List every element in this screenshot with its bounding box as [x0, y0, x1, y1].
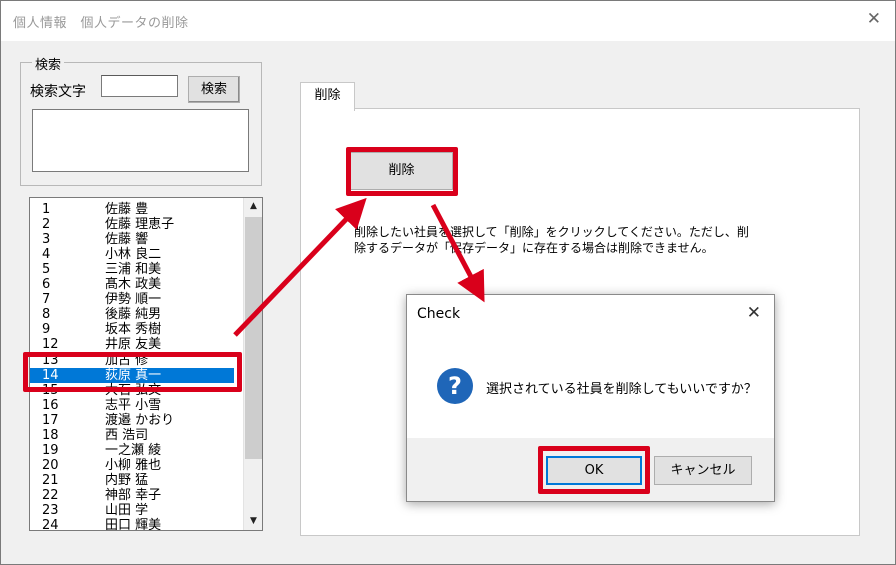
employee-number: 2: [42, 217, 51, 233]
employee-name: 荻原 真一: [105, 367, 162, 383]
list-item[interactable]: 12 井原 友美: [30, 337, 234, 352]
scroll-thumb[interactable]: [245, 217, 262, 459]
employee-list[interactable]: 1 佐藤 豊 2 佐藤 理恵子 3 佐藤 響 4 小林 良二 5 三浦 和美 6 髙木 政美 7 伊勢 順…: [29, 197, 263, 531]
delete-button[interactable]: 削除: [350, 152, 453, 190]
employee-name: 坂本 秀樹: [105, 322, 162, 338]
title-bar: 個人情報 個人データの削除 ✕: [1, 1, 895, 41]
employee-number: 16: [42, 397, 59, 413]
confirm-dialog: Check ✕ ? 選択されている社員を削除してもいいですか？ OK キャンセル: [406, 294, 775, 502]
list-item[interactable]: 5 三浦 和美: [30, 262, 234, 277]
employee-name: 西 浩司: [105, 427, 149, 443]
dialog-close-icon[interactable]: ✕: [747, 303, 761, 323]
employee-number: 5: [42, 262, 51, 278]
delete-instructions: 削除したい社員を選択して「削除」をクリックしてください。ただし、削 除するデータ…: [354, 224, 754, 256]
employee-number: 12: [42, 337, 59, 353]
employee-number: 19: [42, 442, 59, 458]
list-item[interactable]: 6 髙木 政美: [30, 277, 234, 292]
search-results-box[interactable]: [32, 109, 249, 172]
list-item[interactable]: 8 後藤 純男: [30, 307, 234, 322]
dialog-body: Check ✕ ? 選択されている社員を削除してもいいですか？: [407, 295, 774, 438]
list-item[interactable]: 1 佐藤 豊: [30, 202, 234, 217]
search-button[interactable]: 検索: [188, 76, 240, 103]
instructions-line-1: 削除したい社員を選択して「削除」をクリックしてください。ただし、削: [354, 225, 749, 239]
list-item[interactable]: 17 渡邉 かおり: [30, 413, 234, 428]
employee-name: 神部 幸子: [105, 487, 162, 503]
scroll-up-icon[interactable]: ▲: [245, 198, 262, 215]
window-close-icon[interactable]: ✕: [867, 9, 881, 29]
list-item[interactable]: 3 佐藤 響: [30, 232, 234, 247]
question-icon: ?: [437, 368, 473, 404]
dialog-message: 選択されている社員を削除してもいいですか？: [486, 382, 757, 397]
employee-name: 山田 学: [105, 503, 149, 518]
employee-number: 14: [42, 367, 59, 383]
employee-number: 1: [42, 202, 51, 217]
employee-number: 18: [42, 427, 59, 443]
employee-number: 22: [42, 487, 59, 503]
employee-number: 3: [42, 232, 51, 248]
employee-name: 加古 修: [105, 352, 149, 368]
list-item[interactable]: 16 志平 小雪: [30, 398, 234, 413]
employee-name: 小柳 雅也: [105, 457, 162, 473]
employee-name: 伊勢 順一: [105, 292, 162, 308]
employee-number: 8: [42, 307, 51, 323]
dialog-title: Check: [417, 306, 461, 322]
employee-name: 大石 弘文: [105, 382, 162, 398]
employee-number: 20: [42, 457, 59, 473]
list-item[interactable]: 20 小柳 雅也: [30, 458, 234, 473]
list-item[interactable]: 22 神部 幸子: [30, 488, 234, 503]
employee-name: 佐藤 響: [105, 232, 149, 248]
employee-name: 一之瀬 綾: [105, 442, 162, 458]
employee-name: 田口 輝美: [105, 518, 162, 531]
ok-button[interactable]: OK: [546, 456, 642, 485]
scroll-down-icon[interactable]: ▼: [245, 513, 262, 530]
employee-number: 7: [42, 292, 51, 308]
employee-name: 三浦 和美: [105, 262, 162, 278]
search-input[interactable]: [101, 75, 178, 97]
search-label: 検索文字: [30, 84, 86, 100]
employee-name: 内野 猛: [105, 472, 149, 488]
employee-name: 佐藤 豊: [105, 202, 149, 217]
list-item[interactable]: 19 一之瀬 綾: [30, 443, 234, 458]
employee-number: 4: [42, 247, 51, 263]
list-item[interactable]: 23 山田 学: [30, 503, 234, 518]
employee-name: 井原 友美: [105, 337, 162, 353]
list-item[interactable]: 4 小林 良二: [30, 247, 234, 262]
instructions-line-2: 除するデータが「保存データ」に存在する場合は削除できません。: [354, 241, 714, 255]
search-group-label: 検索: [32, 54, 65, 73]
employee-name: 志平 小雪: [105, 397, 162, 413]
employee-name: 渡邉 かおり: [105, 412, 175, 428]
list-item[interactable]: 7 伊勢 順一: [30, 292, 234, 307]
employee-number: 17: [42, 412, 59, 428]
employee-name: 小林 良二: [105, 247, 162, 263]
list-item[interactable]: 14 荻原 真一: [30, 367, 234, 383]
employee-name: 後藤 純男: [105, 307, 162, 323]
list-item[interactable]: 13 加古 修: [30, 353, 234, 368]
list-item[interactable]: 24 田口 輝美: [30, 518, 234, 531]
employee-number: 9: [42, 322, 51, 338]
employee-name: 髙木 政美: [105, 277, 162, 293]
list-item[interactable]: 2 佐藤 理恵子: [30, 217, 234, 232]
employee-number: 23: [42, 503, 59, 518]
employee-number: 21: [42, 472, 59, 488]
employee-number: 24: [42, 518, 59, 531]
employee-number: 15: [42, 382, 59, 398]
cancel-button[interactable]: キャンセル: [654, 456, 752, 485]
list-item[interactable]: 9 坂本 秀樹: [30, 322, 234, 337]
list-item[interactable]: 21 内野 猛: [30, 473, 234, 488]
list-item[interactable]: 15 大石 弘文: [30, 383, 234, 398]
employee-number: 13: [42, 352, 59, 368]
window-title: 個人情報 個人データの削除: [13, 16, 189, 31]
list-scrollbar[interactable]: ▲ ▼: [243, 198, 262, 530]
employee-number: 6: [42, 277, 51, 293]
employee-name: 佐藤 理恵子: [105, 217, 175, 233]
tab-delete[interactable]: 削除: [300, 82, 355, 111]
list-item[interactable]: 18 西 浩司: [30, 428, 234, 443]
